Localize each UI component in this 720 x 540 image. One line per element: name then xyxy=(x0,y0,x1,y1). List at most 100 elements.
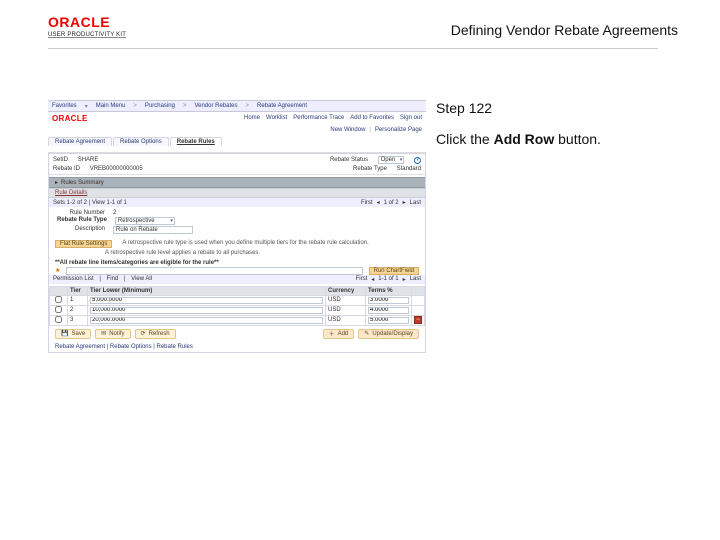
stripe-text: Sets 1-2 of 2 | View 1-1 of 1 xyxy=(53,200,127,206)
tab-rebate-agreement[interactable]: Rebate Agreement xyxy=(48,137,112,146)
link-signout[interactable]: Sign out xyxy=(400,115,422,121)
crumb-item[interactable]: Rebate Agreement xyxy=(257,103,307,109)
nav-of2: 1-1 of 1 xyxy=(378,276,398,282)
tier-cell: 1 xyxy=(68,295,88,305)
row-select[interactable] xyxy=(52,306,65,313)
chartfield-button[interactable]: Run ChartField xyxy=(369,267,419,275)
rule-p2: A retrospective rule level applies a reb… xyxy=(105,250,425,258)
save-icon: 💾 xyxy=(61,330,68,337)
instruction-panel: Step 122 Click the Add Row button. xyxy=(436,100,676,148)
lower-field[interactable] xyxy=(90,307,323,314)
rules-summary-bar[interactable]: ▸Rules Summary xyxy=(49,177,425,188)
rule-p1: A retrospective rule type is used when y… xyxy=(122,240,368,248)
rule-num-val: 2 xyxy=(113,210,116,216)
grid-header-row: Tier Tier Lower (Minimum) Currency Terms… xyxy=(50,286,425,295)
lower-field[interactable] xyxy=(90,317,323,324)
chevron-right-icon[interactable]: ▸ xyxy=(403,276,406,283)
oracle-logo: ORACLE xyxy=(48,14,126,30)
rule-num-label: Rule Number xyxy=(57,210,105,216)
grid-hdr-curr: Currency xyxy=(326,286,366,295)
grid-hdr-terms: Terms % xyxy=(366,286,412,295)
rule-desc-label: Description xyxy=(57,226,105,234)
nav-first2[interactable]: First xyxy=(356,276,368,282)
chevron-right-icon: ▸ xyxy=(55,179,58,186)
delete-row-button[interactable]: − xyxy=(414,316,422,324)
rules-summary-label: Rules Summary xyxy=(61,180,104,186)
personalize-link[interactable]: Personalize Page xyxy=(375,127,422,133)
viewall-link[interactable]: View All xyxy=(131,276,152,282)
grid-hdr-sel xyxy=(50,286,68,295)
grid-hdr-del xyxy=(412,286,425,295)
update-display-button[interactable]: ✎Update/Display xyxy=(358,329,419,339)
refresh-icon: ⟳ xyxy=(141,330,146,337)
grid-stripe: Permission List | Find | View All First … xyxy=(49,275,425,284)
tab-panel: SetID SHARE Rebate Status Open ? Rebate … xyxy=(48,153,426,353)
eligible-field[interactable] xyxy=(66,267,362,275)
header-rule xyxy=(48,48,658,49)
find-link[interactable]: Find xyxy=(107,276,119,282)
terms-field[interactable] xyxy=(368,307,409,314)
rule-type-label: Rebate Rule Type xyxy=(57,217,107,225)
nav-last[interactable]: Last xyxy=(410,200,421,206)
refresh-button[interactable]: ⟳Refresh xyxy=(135,329,176,339)
table-row: 1 USD xyxy=(50,295,425,305)
save-button[interactable]: 💾Save xyxy=(55,329,91,339)
table-row: 3 USD − xyxy=(50,315,425,325)
lower-field[interactable] xyxy=(90,297,323,304)
rule-desc-field[interactable]: Rule on Rebate xyxy=(113,226,193,234)
chevron-right-icon[interactable]: ▸ xyxy=(403,199,406,206)
crumb-item[interactable]: Favorites xyxy=(52,103,77,109)
crumb-item[interactable]: Purchasing xyxy=(145,103,175,109)
chevron-left-icon[interactable]: ◂ xyxy=(371,276,374,283)
link-worklist[interactable]: Worklist xyxy=(266,115,287,121)
eligible-note: **All rebate line items/categories are e… xyxy=(49,259,425,267)
update-icon: ✎ xyxy=(364,330,369,337)
notify-button[interactable]: ✉Notify xyxy=(95,329,130,339)
oracle-logo-small: ORACLE xyxy=(52,114,88,123)
app-bar: ORACLE Home Worklist Performance Trace A… xyxy=(48,112,426,124)
instruction-post: button. xyxy=(554,131,601,147)
crumb-item[interactable]: Vendor Rebates xyxy=(194,103,237,109)
rule-block: Rule Number 2 Rebate Rule Type Retrospecti… xyxy=(49,207,425,237)
terms-field[interactable] xyxy=(368,297,409,304)
status-select[interactable]: Open xyxy=(378,156,405,164)
page-header: ORACLE USER PRODUCTIVITY KIT Defining Ve… xyxy=(48,14,678,70)
tab-rebate-options[interactable]: Rebate Options xyxy=(113,137,169,146)
new-window-link[interactable]: New Window xyxy=(330,127,365,133)
upk-label: USER PRODUCTIVITY KIT xyxy=(48,32,126,38)
setid-value: SHARE xyxy=(78,157,99,163)
crumb-item[interactable]: Main Menu xyxy=(96,103,126,109)
rule-details-bar[interactable]: Rule Details xyxy=(49,188,425,198)
link-perf-trace[interactable]: Performance Trace xyxy=(293,115,344,121)
status-label: Rebate Status xyxy=(330,157,368,163)
terms-field[interactable] xyxy=(368,317,409,324)
link-home[interactable]: Home xyxy=(244,115,260,121)
row-select[interactable] xyxy=(52,296,65,303)
add-label: Add xyxy=(338,331,349,337)
grid-hdr-tier: Tier xyxy=(68,286,88,295)
link-add-fav[interactable]: Add to Favorites xyxy=(350,115,394,121)
bottom-links[interactable]: Rebate Agreement | Rebate Options | Reba… xyxy=(49,342,425,352)
tab-rebate-rules[interactable]: Rebate Rules xyxy=(170,137,222,146)
embedded-screenshot: Favorites▾ Main Menu> Purchasing> Vendor… xyxy=(48,100,426,380)
instruction-text: Click the Add Row button. xyxy=(436,130,676,148)
rtype-label: Rebate Type xyxy=(353,166,387,172)
update-label: Update/Display xyxy=(372,331,413,337)
row-select[interactable] xyxy=(52,316,65,323)
window-actions: New Window | Personalize Page xyxy=(48,125,426,135)
help-icon[interactable]: ? xyxy=(414,157,421,164)
chevron-left-icon[interactable]: ◂ xyxy=(377,199,380,206)
setid-label: SetID xyxy=(53,157,68,163)
nav-last2[interactable]: Last xyxy=(410,276,421,282)
nav-first[interactable]: First xyxy=(361,200,373,206)
flat-rule-row: Flat Rule Settings A retrospective rule … xyxy=(49,239,425,249)
tiers-grid: Tier Tier Lower (Minimum) Currency Terms… xyxy=(49,286,425,326)
rule-type-select[interactable]: Retrospective xyxy=(115,217,175,225)
tier-cell: 3 xyxy=(68,315,88,325)
add-icon: ＋ xyxy=(329,329,335,338)
add-button[interactable]: ＋Add xyxy=(323,329,355,339)
flat-rule-button[interactable]: Flat Rule Settings xyxy=(55,240,112,248)
star-icon: ★ xyxy=(55,267,60,274)
notify-label: Notify xyxy=(109,331,124,337)
page-title: Defining Vendor Rebate Agreements xyxy=(451,22,678,38)
